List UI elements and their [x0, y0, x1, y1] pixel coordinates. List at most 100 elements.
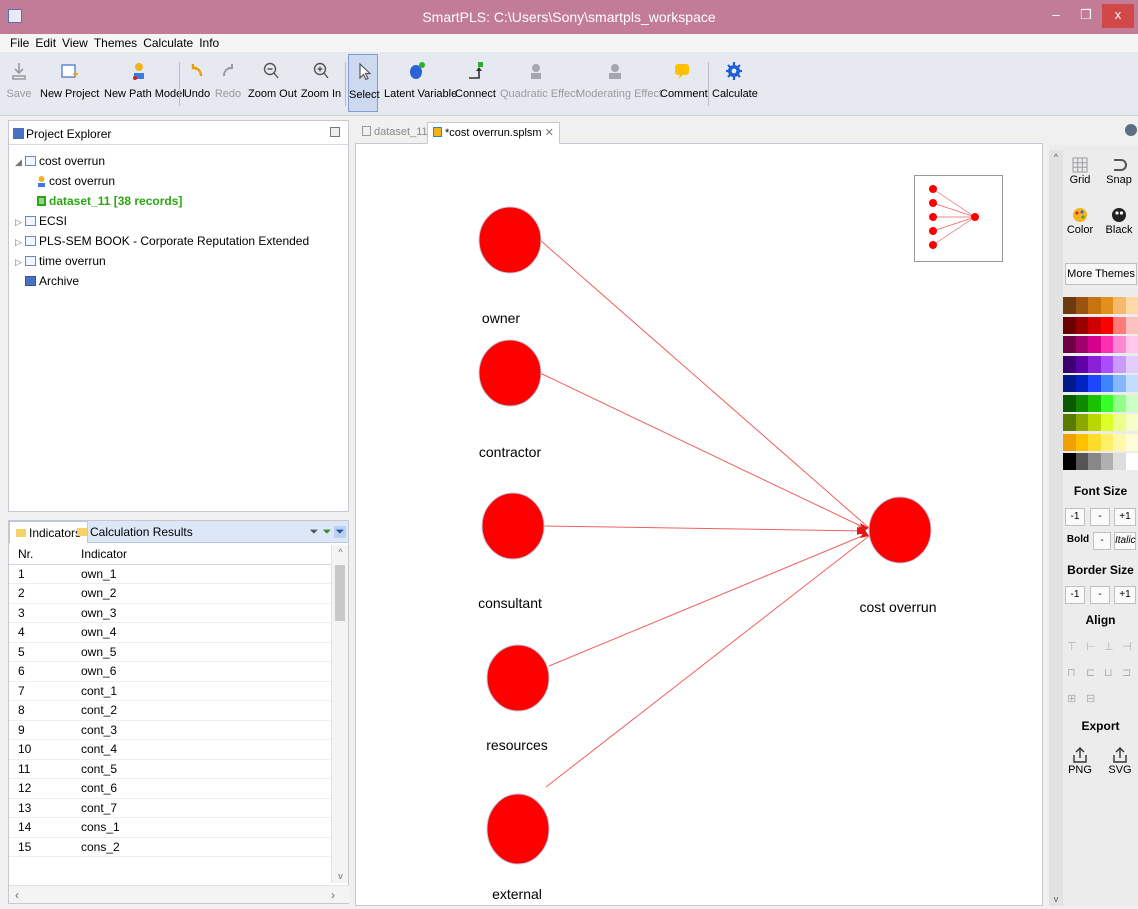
color-swatch[interactable] — [1125, 414, 1138, 431]
scroll-left-icon[interactable]: ‹ — [15, 888, 19, 902]
new-path-model-button[interactable]: New Path Model — [104, 54, 185, 112]
node-external[interactable] — [486, 793, 550, 865]
quadratic-effect-button[interactable]: Quadratic Effect — [500, 54, 579, 112]
distribute-vertical-icon[interactable]: ⊟ — [1086, 692, 1095, 705]
tree-item-time-overrun[interactable]: ▷ time overrun — [9, 251, 348, 271]
color-swatch[interactable] — [1100, 336, 1114, 353]
color-swatch[interactable] — [1088, 297, 1101, 314]
column-header-indicator[interactable]: Indicator — [81, 545, 127, 565]
color-swatch[interactable] — [1088, 433, 1101, 451]
horizontal-scrollbar[interactable]: ‹ › — [9, 885, 349, 903]
properties-scrollbar[interactable]: ^ v — [1049, 150, 1063, 906]
color-palette[interactable] — [1063, 297, 1138, 475]
border-size-decrease-button[interactable]: -1 — [1065, 586, 1085, 604]
color-swatch[interactable] — [1113, 433, 1126, 451]
color-swatch[interactable] — [1063, 297, 1076, 314]
color-swatch[interactable] — [1100, 433, 1114, 451]
table-row[interactable]: 2 own_2 — [9, 584, 331, 604]
font-size-reset-button[interactable]: - — [1090, 508, 1110, 526]
font-size-decrease-button[interactable]: -1 — [1065, 508, 1085, 526]
color-swatch[interactable] — [1100, 414, 1114, 431]
color-swatch[interactable] — [1100, 375, 1114, 392]
color-swatch[interactable] — [1088, 375, 1101, 392]
menu-file[interactable]: File — [0, 34, 32, 50]
color-swatch[interactable] — [1063, 355, 1076, 373]
tree-item-ecsi[interactable]: ▷ ECSI — [9, 211, 348, 231]
normal-style-button[interactable]: - — [1093, 532, 1111, 550]
color-swatch[interactable] — [1063, 375, 1076, 392]
scrollbar-thumb[interactable] — [335, 565, 345, 621]
color-swatch[interactable] — [1100, 297, 1114, 314]
color-swatch[interactable] — [1113, 355, 1126, 373]
color-swatch[interactable] — [1113, 297, 1126, 314]
color-swatch[interactable] — [1075, 316, 1089, 334]
node-consultant[interactable] — [481, 492, 545, 560]
export-svg-button[interactable]: SVG — [1106, 746, 1134, 776]
latent-variable-button[interactable]: Latent Variable — [384, 54, 457, 112]
color-swatch[interactable] — [1075, 394, 1089, 412]
italic-button[interactable]: Italic — [1114, 532, 1136, 550]
tree-item-pls-sem-book[interactable]: ▷ PLS-SEM BOOK - Corporate Reputation Ext… — [9, 231, 348, 251]
expand-twisty-icon[interactable]: ▷ — [15, 212, 25, 232]
filter-active-icon[interactable]: ⏷ — [334, 526, 346, 538]
scroll-right-icon[interactable]: › — [331, 888, 335, 902]
maximize-button[interactable]: ❐ — [1072, 4, 1100, 28]
tab-calculation-results[interactable]: Calculation Results — [71, 521, 199, 543]
table-row[interactable]: 7 cont_1 — [9, 682, 331, 701]
color-swatch[interactable] — [1063, 336, 1076, 353]
more-themes-button[interactable]: More Themes — [1065, 263, 1137, 285]
align-top-edge-icon[interactable]: ⊓ — [1067, 666, 1076, 679]
color-swatch[interactable] — [1125, 316, 1138, 334]
align-middle-icon[interactable]: ⊏ — [1086, 666, 1095, 679]
color-swatch[interactable] — [1075, 453, 1089, 470]
color-swatch[interactable] — [1063, 414, 1076, 431]
color-swatch[interactable] — [1063, 316, 1076, 334]
grid-toggle[interactable]: Grid — [1065, 156, 1095, 186]
color-swatch[interactable] — [1125, 375, 1138, 392]
color-swatch[interactable] — [1088, 414, 1101, 431]
color-swatch[interactable] — [1088, 394, 1101, 412]
tree-item-cost-overrun-project[interactable]: ◢ cost overrun — [9, 151, 348, 171]
zoom-out-button[interactable]: Zoom Out — [248, 54, 297, 112]
table-row[interactable]: 11 cont_5 — [9, 760, 331, 779]
menu-themes[interactable]: Themes — [91, 34, 140, 50]
color-swatch[interactable] — [1100, 316, 1114, 334]
table-row[interactable]: 9 cont_3 — [9, 721, 331, 740]
color-swatch[interactable] — [1100, 394, 1114, 412]
scroll-up-icon[interactable]: ^ — [1049, 152, 1063, 162]
table-row[interactable]: 13 cont_7 — [9, 799, 331, 818]
color-swatch[interactable] — [1075, 297, 1089, 314]
bold-button[interactable]: Bold — [1065, 532, 1091, 550]
color-swatch[interactable] — [1125, 433, 1138, 451]
color-swatch[interactable] — [1125, 394, 1138, 412]
comment-button[interactable]: Comment — [660, 54, 708, 112]
color-swatch[interactable] — [1125, 297, 1138, 314]
color-swatch[interactable] — [1063, 394, 1076, 412]
menu-calculate[interactable]: Calculate — [140, 34, 196, 50]
perspective-icon[interactable] — [1125, 124, 1137, 136]
node-resources[interactable] — [486, 644, 550, 712]
color-swatch[interactable] — [1063, 433, 1076, 451]
tree-item-cost-overrun-model[interactable]: cost overrun — [9, 171, 348, 191]
minimize-panel-icon[interactable] — [330, 127, 340, 137]
color-swatch[interactable] — [1075, 336, 1089, 353]
color-swatch[interactable] — [1125, 453, 1138, 470]
table-row[interactable]: 8 cont_2 — [9, 701, 331, 721]
table-row[interactable]: 14 cons_1 — [9, 818, 331, 838]
zoom-in-button[interactable]: Zoom In — [300, 54, 342, 112]
color-swatch[interactable] — [1088, 316, 1101, 334]
color-swatch[interactable] — [1100, 355, 1114, 373]
color-swatch[interactable] — [1100, 453, 1114, 470]
color-swatch[interactable] — [1113, 375, 1126, 392]
align-top-icon[interactable]: ⊤ — [1067, 640, 1077, 653]
expand-twisty-icon[interactable]: ▷ — [15, 232, 25, 252]
color-swatch[interactable] — [1113, 316, 1126, 334]
border-size-increase-button[interactable]: +1 — [1114, 586, 1136, 604]
export-png-button[interactable]: PNG — [1066, 746, 1094, 776]
node-contractor[interactable] — [478, 339, 542, 407]
align-center-icon[interactable]: ⊥ — [1104, 640, 1114, 653]
tree-item-dataset[interactable]: dataset_11 [38 records] — [9, 191, 348, 211]
tab-close-icon[interactable]: ✕ — [545, 127, 554, 139]
color-swatch[interactable] — [1125, 336, 1138, 353]
border-size-reset-button[interactable]: - — [1090, 586, 1110, 604]
